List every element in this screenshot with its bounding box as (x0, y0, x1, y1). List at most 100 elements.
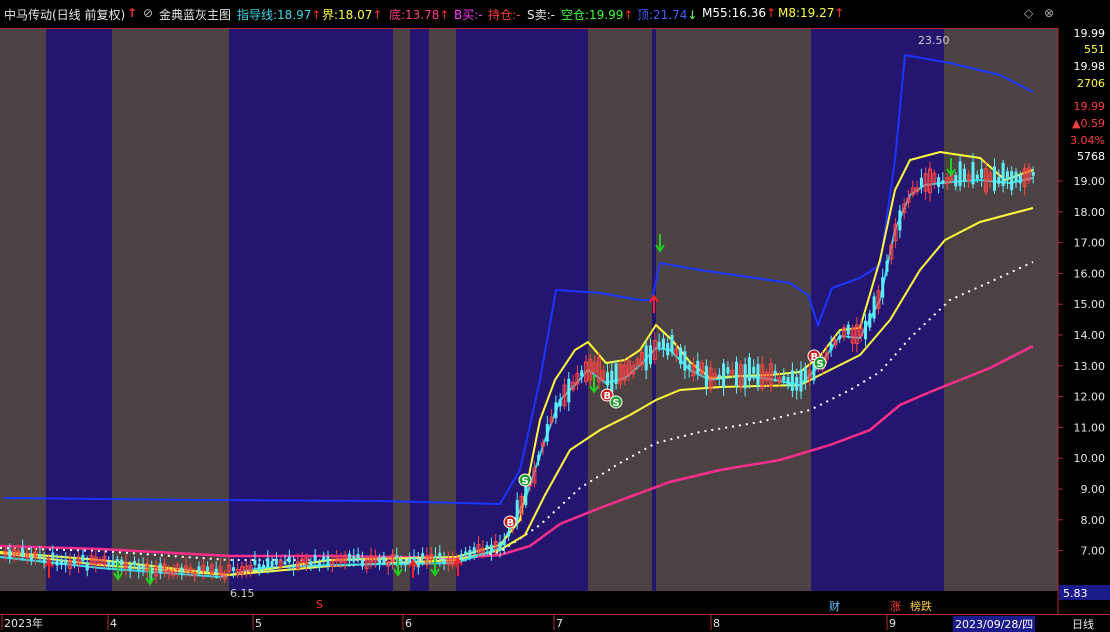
candle-down (348, 553, 351, 562)
band-gray (656, 29, 811, 591)
candle-down (382, 556, 386, 563)
quote-value-6: 3.04% (1070, 134, 1105, 147)
candle-down (360, 559, 364, 567)
candle-down (489, 544, 493, 553)
right-axis: 19.99 551 19.98 2706 19.99 ▲0.59 3.04% 5768 19.0… (1058, 27, 1110, 600)
candle-down (274, 558, 278, 565)
candle-down (537, 454, 541, 461)
band-gray (944, 29, 1058, 591)
candle-down (107, 562, 111, 567)
candle-down (438, 552, 442, 558)
band-gray (112, 29, 229, 591)
quote-value-5: ▲0.59 (1072, 117, 1105, 130)
candle-down (206, 566, 210, 571)
candle-down (868, 313, 872, 328)
marker-finance[interactable]: 财 (829, 598, 840, 614)
candle-down (773, 370, 777, 375)
quote-value-7: 5768 (1077, 150, 1105, 163)
x-tick-label: 6 (405, 617, 412, 630)
candle-down (133, 561, 136, 566)
candle-down (322, 556, 326, 561)
candle-down (292, 564, 296, 568)
candle-down (399, 559, 403, 563)
candle-down (253, 559, 257, 565)
candle-down (971, 162, 975, 185)
candle-down (403, 562, 407, 566)
price-chart[interactable]: BSBSBS 23.50 6.15 19.9955119.98270619.99… (0, 0, 1110, 631)
candle-down (270, 560, 274, 567)
price-tick-label: 19.00 (1074, 175, 1106, 188)
price-tick-label: 10.00 (1074, 452, 1106, 465)
candle-down (137, 564, 141, 571)
candle-down (803, 367, 807, 382)
candle-down (38, 554, 42, 558)
candle-down (111, 561, 115, 567)
marker-rise[interactable]: 涨 (890, 598, 901, 614)
candle-down (498, 542, 502, 551)
sell-badge-icon-text: S (817, 359, 824, 370)
price-tick-label: 8.00 (1081, 514, 1106, 527)
candle-down (722, 363, 726, 388)
candle-down (975, 174, 979, 179)
x-tick-label: 4 (110, 617, 117, 630)
candle-down (141, 565, 145, 570)
candle-down (309, 561, 313, 566)
candle-down (1010, 171, 1014, 191)
candle-down (554, 402, 558, 419)
candle-down (472, 547, 476, 554)
candle-down (524, 484, 528, 506)
candle-down (72, 558, 76, 564)
low-price-label: 6.15 (230, 587, 255, 600)
candle-down (485, 545, 489, 549)
candle-down (395, 555, 399, 559)
x-tick-label: 7 (556, 617, 563, 630)
candle-down (266, 558, 270, 567)
candle-down (704, 365, 708, 387)
band-gray (393, 29, 410, 591)
band-blue (229, 29, 393, 591)
price-tick-label: 12.00 (1074, 391, 1106, 404)
price-tick-label: 14.00 (1074, 329, 1106, 342)
candle-down (313, 555, 317, 562)
candle-down (962, 168, 966, 181)
candle-down (679, 347, 683, 365)
candle-down (464, 551, 468, 556)
marker-rank[interactable]: 榜跌 (910, 598, 932, 614)
candle-down (683, 351, 687, 371)
candle-down (197, 566, 201, 573)
quote-value-2: 19.98 (1074, 60, 1106, 73)
candle-down (558, 399, 562, 407)
candle-down (958, 161, 962, 187)
candle-down (231, 567, 235, 572)
price-tick-label: 9.00 (1081, 483, 1106, 496)
candle-down (657, 341, 661, 348)
candle-down (752, 366, 756, 374)
candle-down (799, 369, 803, 392)
candle-down (8, 549, 12, 559)
marker-s[interactable]: S (316, 598, 323, 611)
quote-value-4: 19.99 (1074, 100, 1106, 113)
x-tick-label: 9 (889, 617, 896, 630)
candle-down (993, 166, 996, 191)
candle-down (790, 370, 794, 391)
candle-down (782, 376, 786, 381)
candle-down (1014, 171, 1018, 182)
candle-down (666, 343, 670, 356)
candle-down (735, 361, 738, 387)
candle-down (829, 343, 833, 351)
candle-down (42, 558, 46, 563)
candle-down (317, 562, 321, 568)
candle-down (898, 210, 902, 231)
candle-down (954, 174, 958, 187)
candle-down (864, 320, 867, 340)
candle-down (283, 561, 287, 565)
candle-down (29, 555, 33, 560)
candle-down (1005, 171, 1009, 181)
candle-down (468, 549, 472, 558)
band-gray (429, 29, 456, 591)
candle-down (717, 374, 721, 378)
price-tick-label: 15.00 (1074, 298, 1106, 311)
candle-down (459, 554, 463, 560)
candle-down (408, 558, 412, 563)
period-button[interactable]: 日线 (1072, 616, 1094, 632)
